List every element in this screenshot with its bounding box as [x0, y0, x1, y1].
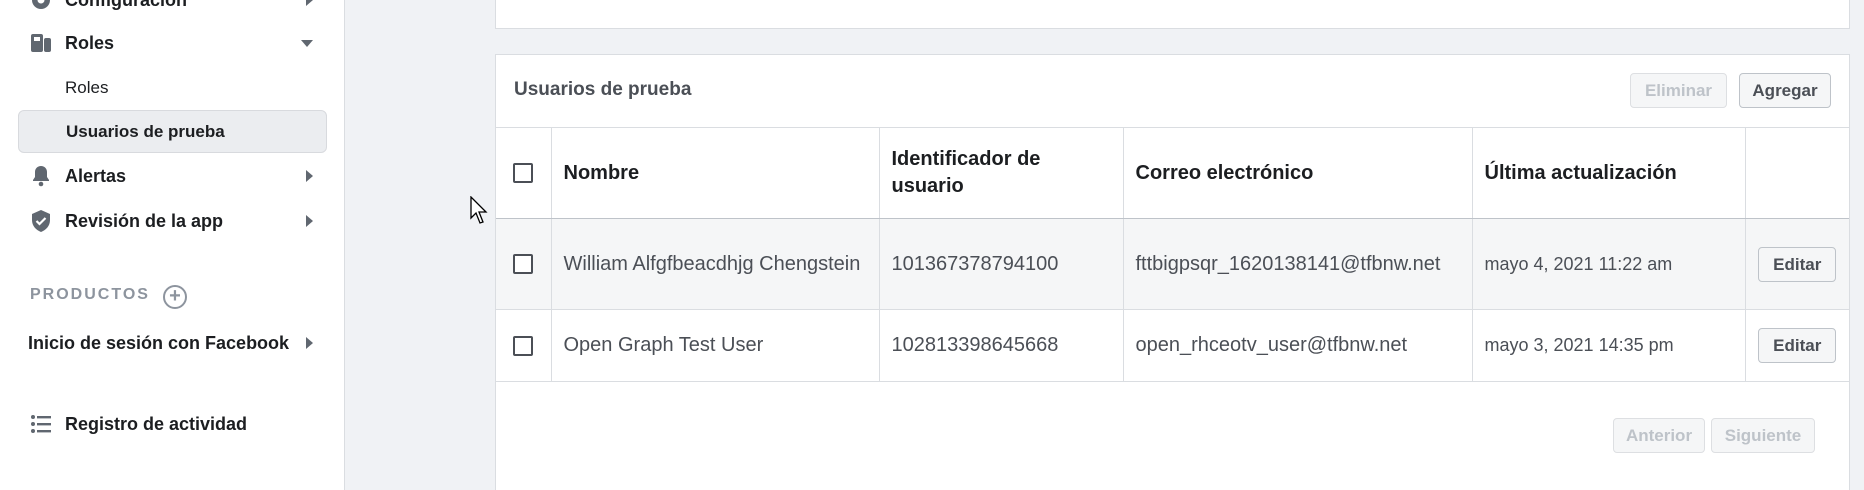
chevron-right-icon [306, 170, 313, 182]
sidebar-item-settings[interactable]: Configuración [0, 0, 345, 12]
chevron-down-icon [301, 40, 313, 47]
chevron-right-icon [306, 215, 313, 227]
bell-icon [28, 163, 54, 189]
table-row: Open Graph Test User 102813398645668 ope… [496, 309, 1849, 382]
add-product-icon[interactable]: + [163, 285, 187, 309]
edit-button[interactable]: Editar [1758, 246, 1837, 282]
table-row: William Alfgfbeacdhjg Chengstein 1013673… [496, 218, 1849, 310]
roles-icon [28, 30, 54, 56]
cell-name: Open Graph Test User [551, 309, 880, 382]
products-heading: PRODUCTOS [30, 286, 150, 303]
header-user-id[interactable]: Identificador de usuario [879, 127, 1124, 219]
chevron-right-icon [306, 0, 313, 6]
header-name[interactable]: Nombre [551, 127, 880, 219]
cell-actions: Editar [1745, 218, 1849, 310]
sidebar-item-activity-log[interactable]: Registro de actividad [0, 410, 345, 438]
sidebar-item-label: Inicio de sesión con Facebook [28, 333, 290, 353]
shield-check-icon [28, 208, 54, 234]
sidebar-item-label: Revisión de la app [65, 211, 224, 231]
cell-actions: Editar [1745, 309, 1849, 382]
cell-last-updated: mayo 4, 2021 11:22 am [1472, 218, 1746, 310]
mouse-cursor-icon [470, 195, 490, 231]
chevron-right-icon [306, 337, 313, 349]
sidebar-item-label: Roles [65, 33, 115, 53]
cell-user-id: 101367378794100 [879, 218, 1124, 310]
cell-last-updated: mayo 3, 2021 14:35 pm [1472, 309, 1746, 382]
panel-title: Usuarios de prueba [514, 79, 692, 100]
sidebar-item-label: Registro de actividad [65, 414, 248, 434]
cell-email: fttbigpsqr_1620138141@tfbnw.net [1123, 218, 1473, 310]
previous-panel [495, 0, 1850, 29]
table-header-row: Nombre Identificador de usuario Correo e… [496, 127, 1849, 219]
sidebar-subitem-label: Roles [65, 77, 109, 97]
gear-icon [28, 0, 54, 13]
edit-button[interactable]: Editar [1758, 328, 1837, 363]
test-users-panel: Usuarios de prueba Eliminar Agregar Nomb… [495, 54, 1850, 490]
row-checkbox[interactable] [513, 335, 534, 356]
row-select-cell [496, 218, 552, 310]
sidebar-item-roles[interactable]: Roles [0, 29, 345, 57]
delete-button[interactable]: Eliminar [1630, 73, 1727, 108]
header-last-updated[interactable]: Última actualización [1472, 127, 1746, 219]
list-icon [28, 411, 54, 437]
sidebar-subitem-test-users[interactable]: Usuarios de prueba [18, 110, 327, 153]
sidebar-item-alerts[interactable]: Alertas [0, 162, 345, 190]
header-actions [1745, 127, 1849, 219]
select-all-checkbox[interactable] [513, 163, 534, 183]
sidebar-item-app-review[interactable]: Revisión de la app [0, 207, 345, 235]
sidebar-item-facebook-login[interactable]: Inicio de sesión con Facebook [0, 329, 345, 357]
sidebar-item-label: Alertas [65, 166, 127, 186]
sidebar-subitem-label: Usuarios de prueba [66, 121, 225, 141]
sidebar-subitem-roles[interactable]: Roles [18, 66, 327, 109]
header-email[interactable]: Correo electrónico [1123, 127, 1473, 219]
cell-name: William Alfgfbeacdhjg Chengstein [551, 218, 880, 310]
cell-user-id: 102813398645668 [879, 309, 1124, 382]
sidebar-item-label: Configuración [65, 0, 187, 10]
add-button[interactable]: Agregar [1739, 73, 1831, 108]
previous-page-button[interactable]: Anterior [1613, 418, 1705, 453]
select-all-cell [496, 127, 552, 219]
row-checkbox[interactable] [513, 254, 534, 274]
sidebar: Configuración Roles Roles Usuarios de pr… [0, 0, 345, 490]
next-page-button[interactable]: Siguiente [1711, 418, 1815, 453]
test-users-table: Nombre Identificador de usuario Correo e… [496, 127, 1849, 382]
cell-email: open_rhceotv_user@tfbnw.net [1123, 309, 1473, 382]
row-select-cell [496, 309, 552, 382]
